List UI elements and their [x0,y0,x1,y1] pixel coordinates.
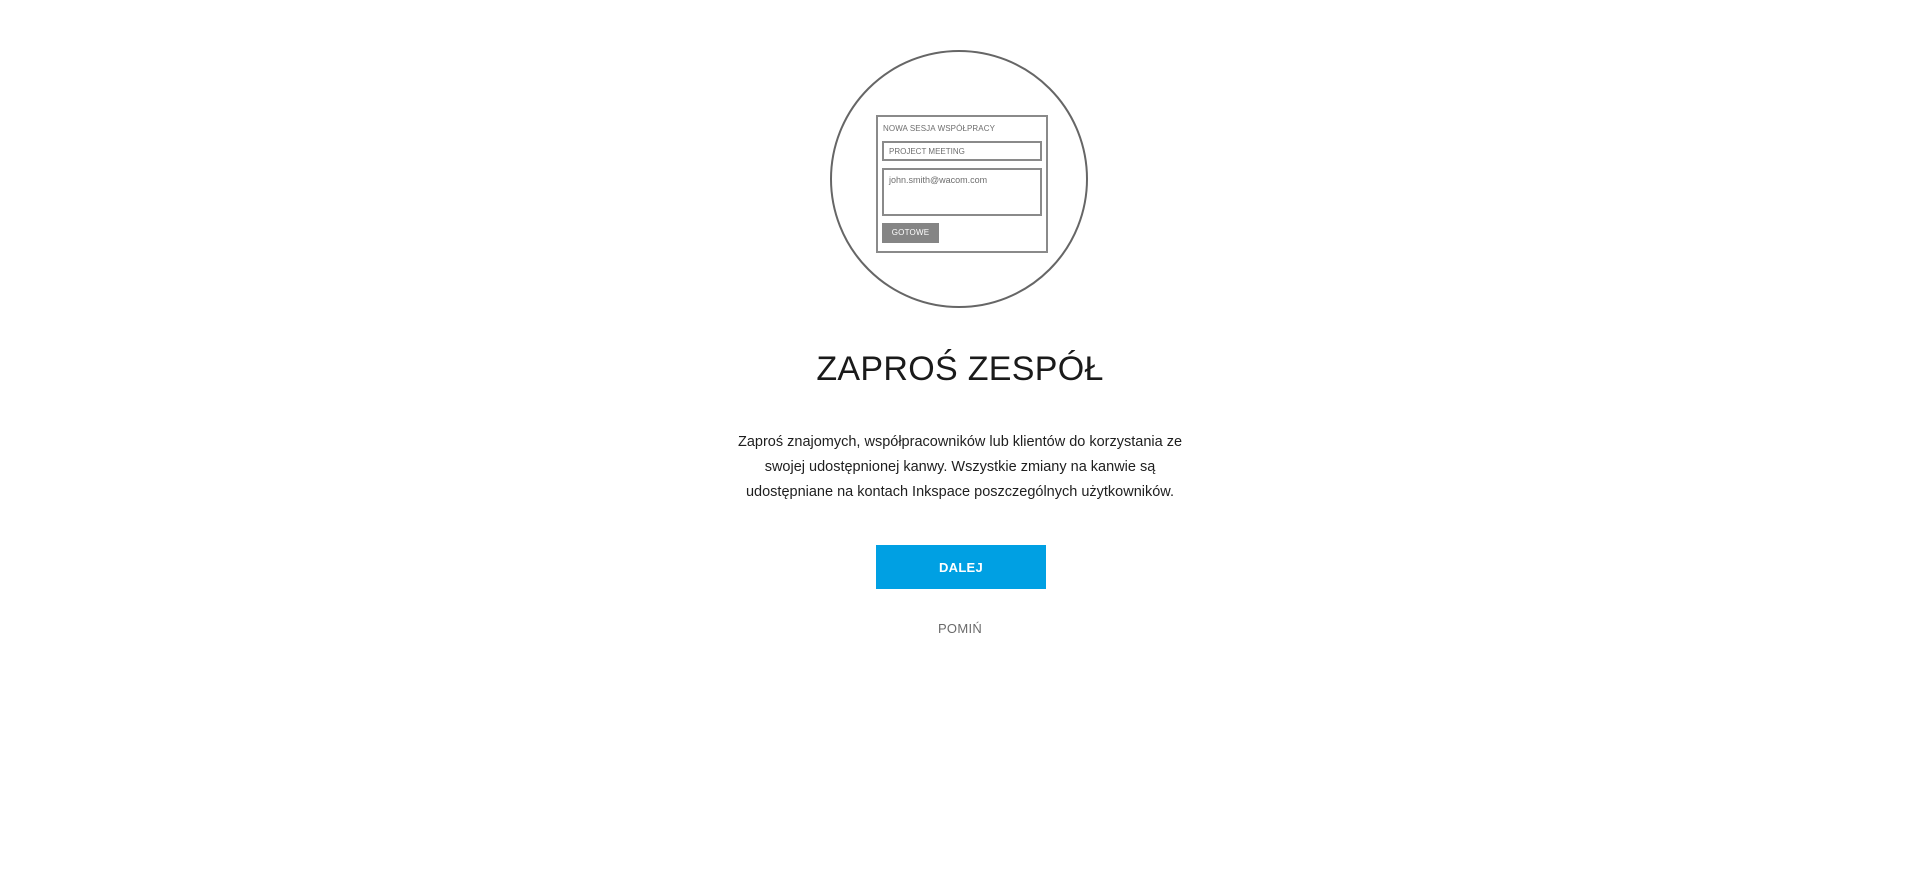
mock-form-title: NOWA SESJA WSPÓŁPRACY [883,124,996,133]
mock-project-input: PROJECT MEETING [882,141,1042,161]
skip-link[interactable]: POMIŃ [0,621,1920,636]
mock-done-button: GOTOWE [882,223,939,243]
page-title: ZAPROŚ ZESPÓŁ [816,350,1104,388]
page-description: Zaproś znajomych, współpracowników lub k… [737,434,1183,500]
mock-email-field: john.smith@wacom.com [882,168,1042,216]
collaboration-illustration: NOWA SESJA WSPÓŁPRACY PROJECT MEETING jo… [830,50,1088,308]
invite-team-page: NOWA SESJA WSPÓŁPRACY PROJECT MEETING jo… [0,0,1920,895]
next-button[interactable]: DALEJ [876,545,1046,589]
mock-session-form: NOWA SESJA WSPÓŁPRACY PROJECT MEETING jo… [876,115,1048,253]
